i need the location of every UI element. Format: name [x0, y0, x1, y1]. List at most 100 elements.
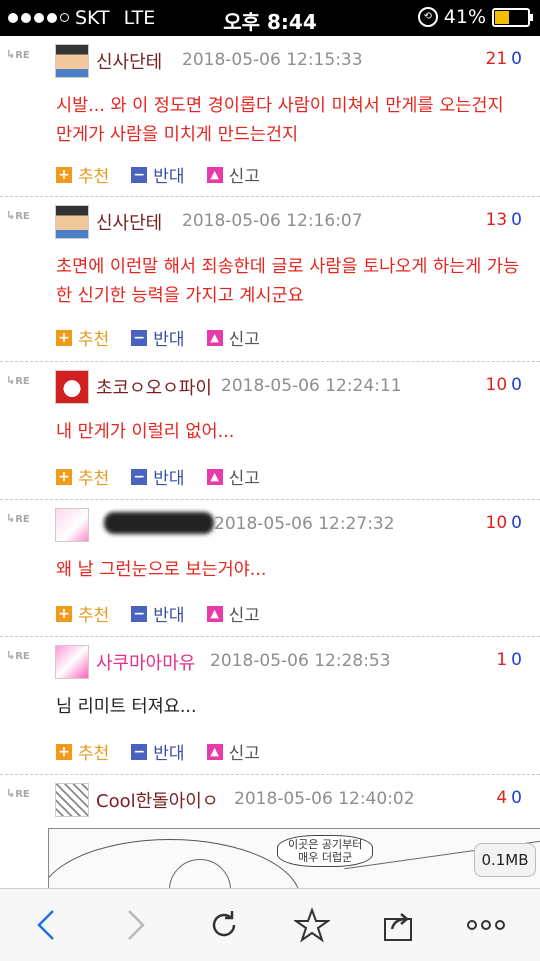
- plus-icon: +: [56, 743, 72, 760]
- upvote-count: 21: [485, 49, 508, 69]
- comment-actions: + 추천 − 반대 ▲ 신고: [56, 464, 282, 489]
- timestamp: 2018-05-06 12:16:07: [182, 211, 363, 231]
- plus-icon: +: [56, 468, 72, 485]
- comment-text: 시발... 와 이 정도면 경이롭다 사람이 미쳐서 만게를 오는건지 만게가 …: [56, 96, 504, 145]
- recommend-button[interactable]: + 추천: [56, 601, 109, 626]
- siren-icon: ▲: [206, 605, 223, 622]
- upvote-count: 10: [485, 513, 508, 533]
- nickname[interactable]: 신사단테: [96, 48, 162, 74]
- avatar[interactable]: [55, 645, 89, 679]
- avatar[interactable]: [55, 370, 89, 404]
- avatar[interactable]: [55, 783, 89, 817]
- oppose-button[interactable]: − 반대: [131, 601, 185, 626]
- timestamp: 2018-05-06 12:40:02: [234, 789, 415, 809]
- timestamp: 2018-05-06 12:27:32: [214, 514, 395, 534]
- bookmark-star-icon[interactable]: [290, 905, 334, 945]
- downvote-count: 0: [511, 210, 522, 230]
- nickname-redacted[interactable]: [104, 512, 214, 534]
- reply-icon: ↳RE: [6, 512, 30, 525]
- timestamp: 2018-05-06 12:28:53: [210, 651, 391, 671]
- nickname[interactable]: 신사단테: [96, 209, 162, 235]
- minus-icon: −: [131, 166, 148, 183]
- comment-text: 내 만게가 이럴리 없어...: [56, 422, 235, 442]
- oppose-button[interactable]: − 반대: [131, 464, 185, 489]
- forward-icon[interactable]: [114, 905, 158, 945]
- comment-list: ↳RE 신사단테 2018-05-06 12:15:33 21 0 시발... 와…: [0, 36, 540, 895]
- reply-icon: ↳RE: [6, 209, 30, 222]
- comment-actions: + 추천 − 반대 ▲ 신고: [56, 325, 282, 350]
- oppose-button[interactable]: − 반대: [131, 162, 185, 187]
- nickname[interactable]: 초코ㅇ오ㅇ파이: [96, 374, 212, 400]
- reply-icon: ↳RE: [6, 787, 30, 800]
- back-icon[interactable]: [24, 905, 68, 945]
- minus-icon: −: [131, 605, 148, 622]
- downvote-count: 0: [511, 375, 522, 395]
- more-icon[interactable]: [464, 905, 508, 945]
- siren-icon: ▲: [206, 166, 223, 183]
- plus-icon: +: [56, 605, 72, 622]
- reply-icon: ↳RE: [6, 48, 30, 61]
- comment-item: ↳RE 신사단테 2018-05-06 12:16:07 13 0 초면에 이런말…: [0, 197, 540, 362]
- battery-icon: [492, 7, 533, 27]
- report-button[interactable]: ▲ 신고: [206, 739, 260, 764]
- share-icon[interactable]: [376, 905, 420, 945]
- avatar[interactable]: [55, 508, 89, 542]
- minus-icon: −: [131, 743, 148, 760]
- upvote-count: 1: [496, 650, 508, 670]
- siren-icon: ▲: [206, 743, 223, 760]
- avatar[interactable]: [55, 44, 89, 78]
- plus-icon: +: [56, 166, 72, 183]
- minus-icon: −: [131, 468, 148, 485]
- plus-icon: +: [56, 329, 72, 346]
- comment-item: ↳RE 2018-05-06 12:27:32 10 0 왜 날 그런눈으로 보는…: [0, 500, 540, 637]
- oppose-button[interactable]: − 반대: [131, 325, 185, 350]
- comment-item: ↳RE 초코ㅇ오ㅇ파이 2018-05-06 12:24:11 10 0 내 만게…: [0, 362, 540, 500]
- recommend-button[interactable]: + 추천: [56, 162, 109, 187]
- comment-actions: + 추천 − 반대 ▲ 신고: [56, 739, 282, 764]
- status-right: ⟲ 41%: [417, 6, 533, 28]
- timestamp: 2018-05-06 12:24:11: [221, 376, 402, 396]
- reply-icon: ↳RE: [6, 374, 30, 387]
- downvote-count: 0: [511, 788, 522, 808]
- comment-item: ↳RE 사쿠마아마유 2018-05-06 12:28:53 10 님 리미트 …: [0, 637, 540, 775]
- comment-text: 왜 날 그런눈으로 보는거야...: [56, 560, 267, 580]
- upvote-count: 13: [485, 210, 508, 230]
- browser-toolbar: [0, 888, 540, 961]
- comment-text: 님 리미트 터져요...: [56, 697, 197, 717]
- vote-count: 10 0: [486, 375, 522, 395]
- comment-actions: + 추천 − 반대 ▲ 신고: [56, 162, 282, 187]
- reload-icon[interactable]: [202, 905, 246, 945]
- report-button[interactable]: ▲ 신고: [206, 325, 260, 350]
- vote-count: 10: [496, 650, 522, 670]
- nickname[interactable]: Cool한돌아이ㅇ: [96, 787, 218, 813]
- upvote-count: 10: [485, 375, 508, 395]
- vote-count: 21 0: [486, 49, 522, 69]
- comment-item: ↳RE 신사단테 2018-05-06 12:15:33 21 0 시발... 와…: [0, 36, 540, 197]
- nickname[interactable]: 사쿠마아마유: [96, 649, 195, 675]
- avatar[interactable]: [55, 205, 89, 239]
- downvote-count: 0: [511, 49, 522, 69]
- timestamp: 2018-05-06 12:15:33: [182, 50, 363, 70]
- vote-count: 40: [496, 788, 522, 808]
- attached-image[interactable]: 이곳은 공기부터 매우 더럽군: [48, 828, 540, 892]
- downvote-count: 0: [511, 650, 522, 670]
- recommend-button[interactable]: + 추천: [56, 739, 109, 764]
- file-size-badge[interactable]: 0.1MB: [474, 843, 536, 877]
- downvote-count: 0: [511, 513, 522, 533]
- comment-text: 초면에 이런말 해서 죄송한데 글로 사람을 토나오게 하는게 가능한 신기한 …: [56, 257, 520, 306]
- orientation-lock-icon: ⟲: [417, 7, 438, 27]
- siren-icon: ▲: [206, 468, 223, 485]
- oppose-button[interactable]: − 반대: [131, 739, 185, 764]
- battery-percent: 41%: [443, 6, 486, 28]
- report-button[interactable]: ▲ 신고: [206, 601, 260, 626]
- speech-bubble: 이곳은 공기부터 매우 더럽군: [277, 835, 374, 867]
- report-button[interactable]: ▲ 신고: [206, 162, 260, 187]
- recommend-button[interactable]: + 추천: [56, 464, 109, 489]
- comment-actions: + 추천 − 반대 ▲ 신고: [56, 601, 282, 626]
- vote-count: 10 0: [486, 513, 522, 533]
- siren-icon: ▲: [206, 329, 223, 346]
- vote-count: 13 0: [486, 210, 522, 230]
- report-button[interactable]: ▲ 신고: [206, 464, 260, 489]
- recommend-button[interactable]: + 추천: [56, 325, 109, 350]
- minus-icon: −: [131, 329, 148, 346]
